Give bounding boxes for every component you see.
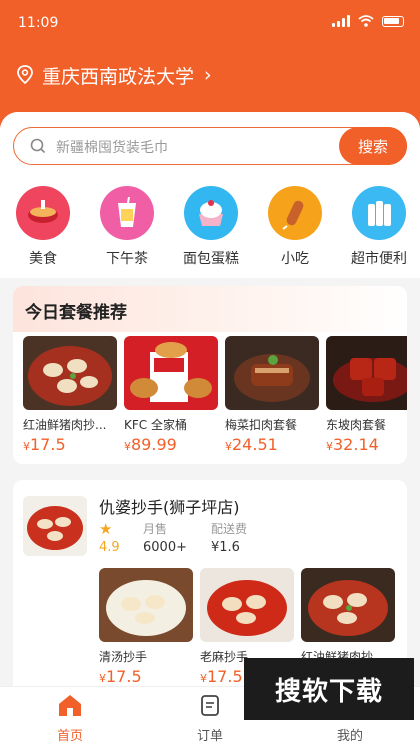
category-label: 超市便利: [351, 251, 407, 267]
combo-item[interactable]: KFC 全家桶 ¥89.99: [124, 336, 220, 454]
shop-rating: ★ 4.9: [99, 520, 120, 555]
combo-item[interactable]: 红油鲜猪肉抄... ¥17.5: [23, 336, 119, 454]
food-image: [99, 568, 193, 642]
order-icon: [201, 695, 219, 716]
category-afternoon-tea[interactable]: 下午茶: [92, 186, 162, 268]
category-food[interactable]: 美食: [8, 186, 78, 268]
location-pin-icon: [17, 65, 33, 85]
food-image: [200, 568, 294, 642]
combo-list: 红油鲜猪肉抄... ¥17.5 KFC 全家桶 ¥89.99 梅菜扣肉套餐 ¥2…: [23, 336, 407, 456]
shop-item-name: 清汤抄手: [99, 650, 148, 664]
chevron-right-icon: ›: [204, 64, 212, 86]
food-image: [225, 336, 319, 410]
combo-item-price: ¥32.14: [326, 435, 379, 454]
search-bar[interactable]: 新疆棉囤货装毛巾 搜索: [13, 127, 407, 165]
drink-icon: [100, 186, 154, 240]
food-image: [124, 336, 218, 410]
cake-icon: [184, 186, 238, 240]
combo-item-name: KFC 全家桶: [124, 418, 187, 432]
signal-icon: [332, 15, 350, 27]
fee-label: 配送费: [211, 522, 248, 536]
rating-value: 4.9: [99, 540, 120, 555]
category-label: 美食: [29, 251, 57, 267]
tab-label: 我的: [336, 729, 363, 744]
category-label: 小吃: [281, 251, 309, 267]
tab-orders[interactable]: 订单: [170, 693, 250, 744]
shop-item[interactable]: 清汤抄手 ¥17.5: [99, 568, 195, 686]
home-icon: [59, 695, 81, 716]
watermark-logo: 搜软下载: [244, 658, 414, 720]
status-time: 11:09: [18, 15, 59, 31]
combo-item-price: ¥24.51: [225, 435, 278, 454]
star-icon: ★: [99, 520, 113, 538]
food-image: [23, 336, 117, 410]
shop-sales: 月售 6000+: [143, 520, 187, 555]
food-image: [301, 568, 395, 642]
sales-value: 6000+: [143, 540, 187, 555]
battery-icon: [382, 15, 404, 27]
snack-icon: [268, 186, 322, 240]
category-row: 美食 下午茶 面包蛋糕 小吃 超市便利: [0, 186, 420, 276]
shop-name: 仇婆抄手(狮子坪店): [99, 498, 240, 517]
status-bar: 11:09: [0, 0, 420, 46]
search-button[interactable]: 搜索: [339, 127, 407, 165]
combo-item-name: 红油鲜猪肉抄...: [23, 418, 107, 432]
sales-label: 月售: [143, 522, 168, 536]
search-input[interactable]: 新疆棉囤货装毛巾: [56, 137, 168, 157]
combo-item[interactable]: 东坡肉套餐 ¥32.14: [326, 336, 407, 454]
hotpot-icon: [16, 186, 70, 240]
combo-item[interactable]: 梅菜扣肉套餐 ¥24.51: [225, 336, 321, 454]
shop-item-price: ¥17.5: [99, 667, 142, 686]
wifi-icon: [358, 15, 374, 27]
tab-home[interactable]: 首页: [30, 693, 110, 744]
shop-item[interactable]: 红油鲜猪肉抄...: [301, 568, 397, 665]
top-panel: 新疆棉囤货装毛巾 搜索 美食 下午茶 面包蛋糕 小吃 超市便利: [0, 112, 420, 278]
combo-item-name: 东坡肉套餐: [326, 418, 387, 432]
category-label: 面包蛋糕: [183, 251, 239, 267]
combo-title: 今日套餐推荐: [25, 303, 127, 323]
combo-item-price: ¥17.5: [23, 435, 66, 454]
shop-logo: [23, 496, 87, 556]
category-label: 下午茶: [106, 251, 148, 267]
tab-label: 首页: [56, 729, 83, 744]
category-supermarket[interactable]: 超市便利: [344, 186, 414, 268]
shop-delivery-fee: 配送费 ¥1.6: [211, 520, 247, 555]
food-image: [326, 336, 407, 410]
combo-item-name: 梅菜扣肉套餐: [225, 418, 298, 432]
tab-label: 订单: [196, 729, 223, 744]
location-selector[interactable]: 重庆西南政法大学 ›: [16, 62, 212, 88]
combo-item-price: ¥89.99: [124, 435, 177, 454]
category-snack[interactable]: 小吃: [260, 186, 330, 268]
fee-value: ¥1.6: [211, 540, 240, 555]
bottles-icon: [352, 186, 406, 240]
category-bakery[interactable]: 面包蛋糕: [176, 186, 246, 268]
combo-recommend-card: 今日套餐推荐 红油鲜猪肉抄... ¥17.5 KFC 全家桶 ¥89.99 梅菜…: [13, 286, 407, 464]
location-name: 重庆西南政法大学: [42, 65, 195, 88]
search-icon: [30, 138, 46, 154]
